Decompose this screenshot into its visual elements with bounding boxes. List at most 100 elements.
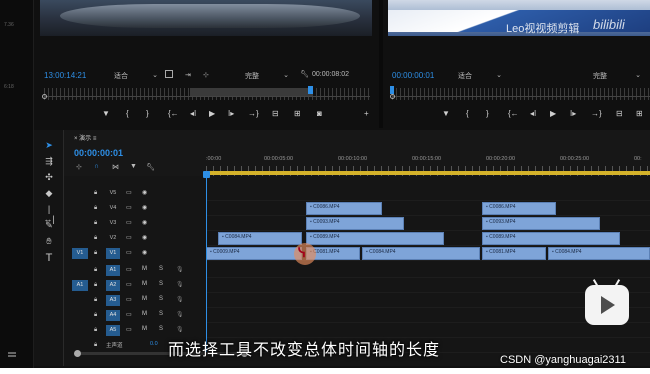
eye-icon[interactable]: ◉ [142,204,147,211]
program-fit-dropdown[interactable]: 适合 ⌄ [458,71,502,81]
mute-button[interactable]: M [142,326,147,332]
playhead-line[interactable] [206,174,207,354]
track-name[interactable]: A2 [106,280,120,291]
mark-out-icon[interactable]: } [146,109,149,118]
source-patch[interactable]: A1 [72,280,88,291]
selection-tool-icon[interactable]: ➤ [43,140,55,151]
clip[interactable]: C0009.MP4 [206,247,302,260]
safe-margins-icon[interactable] [165,70,173,78]
eye-icon[interactable]: ◉ [142,189,147,196]
clip[interactable]: C0086.MP4 [482,202,556,215]
mute-button[interactable]: M [142,296,147,302]
nest-icon[interactable]: ⊹ [76,163,82,171]
sync-lock-icon[interactable]: ▭ [126,296,132,303]
mic-icon[interactable]: 🎙︎ [176,266,184,273]
lock-icon[interactable]: 🔒︎ [94,342,97,349]
sync-lock-icon[interactable]: ▭ [126,266,132,273]
solo-button[interactable]: S [159,266,163,272]
ripple-edit-icon[interactable]: ✣ [43,172,55,183]
clip[interactable]: C0093.MP4 [482,217,600,230]
pen-tool-icon[interactable]: ✎ [43,220,55,231]
program-time-ruler[interactable] [392,88,650,100]
razor-tool-icon[interactable]: ◆ [43,188,55,199]
solo-button[interactable]: S [159,326,163,332]
go-to-out-icon[interactable]: →} [248,109,259,118]
track-name[interactable]: A3 [106,295,120,306]
play-icon[interactable]: ▶ [209,109,215,118]
mic-icon[interactable]: 🎙︎ [176,326,184,333]
mute-button[interactable]: M [142,281,147,287]
bilibili-tv-icon[interactable] [585,279,629,325]
add-marker-icon[interactable]: ▼ [102,109,110,118]
wrench-icon[interactable]: 🔧︎ [300,70,309,78]
sync-lock-icon[interactable]: ▭ [126,204,132,211]
lock-icon[interactable]: 🔒︎ [94,282,97,289]
solo-button[interactable]: S [159,296,163,302]
linked-selection-icon[interactable]: ⋈ [112,163,119,171]
hand-tool-icon[interactable]: ✋︎ [43,236,55,247]
lock-icon[interactable]: 🔒︎ [94,327,97,334]
go-to-in-icon[interactable]: {← [508,109,519,118]
clip[interactable]: C0093.MP4 [306,217,404,230]
track-lane[interactable] [206,293,650,308]
lock-icon[interactable]: 🔒︎ [94,235,97,242]
solo-button[interactable]: S [159,311,163,317]
track-name[interactable]: A4 [106,310,120,321]
sync-lock-icon[interactable]: ▭ [126,281,132,288]
solo-button[interactable]: S [159,281,163,287]
mark-in-icon[interactable]: { [466,109,469,118]
sync-lock-icon[interactable]: ▭ [126,234,132,241]
source-fit-dropdown[interactable]: 适合 ⌄ [114,71,158,81]
sync-lock-icon[interactable]: ▭ [126,189,132,196]
insert-icon[interactable]: ⇥ [185,71,191,79]
lift-icon[interactable]: ⊟ [616,109,623,118]
mute-button[interactable]: M [142,311,147,317]
mic-icon[interactable]: 🎙︎ [176,296,184,303]
extract-icon[interactable]: ⊞ [636,109,643,118]
lock-icon[interactable]: 🔒︎ [94,297,97,304]
mic-icon[interactable]: 🎙︎ [176,281,184,288]
sequence-tab[interactable]: × 演示 ≡ [74,133,96,142]
track-lane[interactable] [206,186,650,201]
master-volume[interactable]: 0.0 [150,341,158,347]
insert-button-icon[interactable]: ⊟ [272,109,279,118]
zoom-handle-icon[interactable] [390,94,395,99]
program-quality-dropdown[interactable]: 完整 ⌄ [593,71,641,81]
track-name[interactable]: V2 [106,233,120,244]
track-name[interactable]: A1 [106,265,120,276]
step-forward-icon[interactable]: I▸ [228,109,234,118]
mute-button[interactable]: M [142,266,147,272]
step-forward-icon[interactable]: I▸ [570,109,576,118]
eye-icon[interactable]: ◉ [142,219,147,226]
lock-icon[interactable]: 🔒︎ [94,190,97,197]
sync-lock-icon[interactable]: ▭ [126,219,132,226]
export-frame-icon[interactable]: ◙ [317,109,322,118]
clip[interactable]: C0089.MP4 [306,232,444,245]
track-lane[interactable]: C0093.MP4 C0093.MP4 [206,216,650,231]
work-area-bar[interactable] [206,171,650,175]
snap-icon[interactable]: ∩ [94,163,99,170]
track-select-icon[interactable]: ⇶ [43,156,55,167]
eye-icon[interactable]: ◉ [142,249,147,256]
track-lane[interactable]: C0084.MP4 C0089.MP4 C0089.MP4 [206,231,650,246]
lock-icon[interactable]: 🔒︎ [94,312,97,319]
timeline-settings-icon[interactable]: 🔧︎ [146,163,155,171]
track-lane[interactable] [206,278,650,293]
source-playhead[interactable] [308,86,313,94]
mark-in-icon[interactable]: { [126,109,129,118]
sequence-timecode[interactable]: 00:00:00:01 [74,148,123,158]
sync-lock-icon[interactable]: ▭ [126,326,132,333]
clip[interactable]: C0084.MP4 [548,247,650,260]
add-marker-icon[interactable]: ▼ [130,163,137,170]
step-back-icon[interactable]: ◂I [190,109,196,118]
track-name[interactable]: A5 [106,325,120,336]
clip[interactable]: C0081.MP4 [482,247,546,260]
timeline-ruler[interactable]: :00:00 00:00:05:00 00:00:10:00 00:00:15:… [206,150,650,176]
sync-lock-icon[interactable]: ▭ [126,311,132,318]
source-quality-dropdown[interactable]: 完整 ⌄ [245,71,289,81]
track-name[interactable]: V1 [106,248,120,259]
track-lane[interactable]: C0086.MP4 C0086.MP4 [206,201,650,216]
clip[interactable]: C0086.MP4 [306,202,382,215]
overlay-icon[interactable]: ⊹ [203,71,209,79]
track-lane[interactable] [206,263,650,278]
